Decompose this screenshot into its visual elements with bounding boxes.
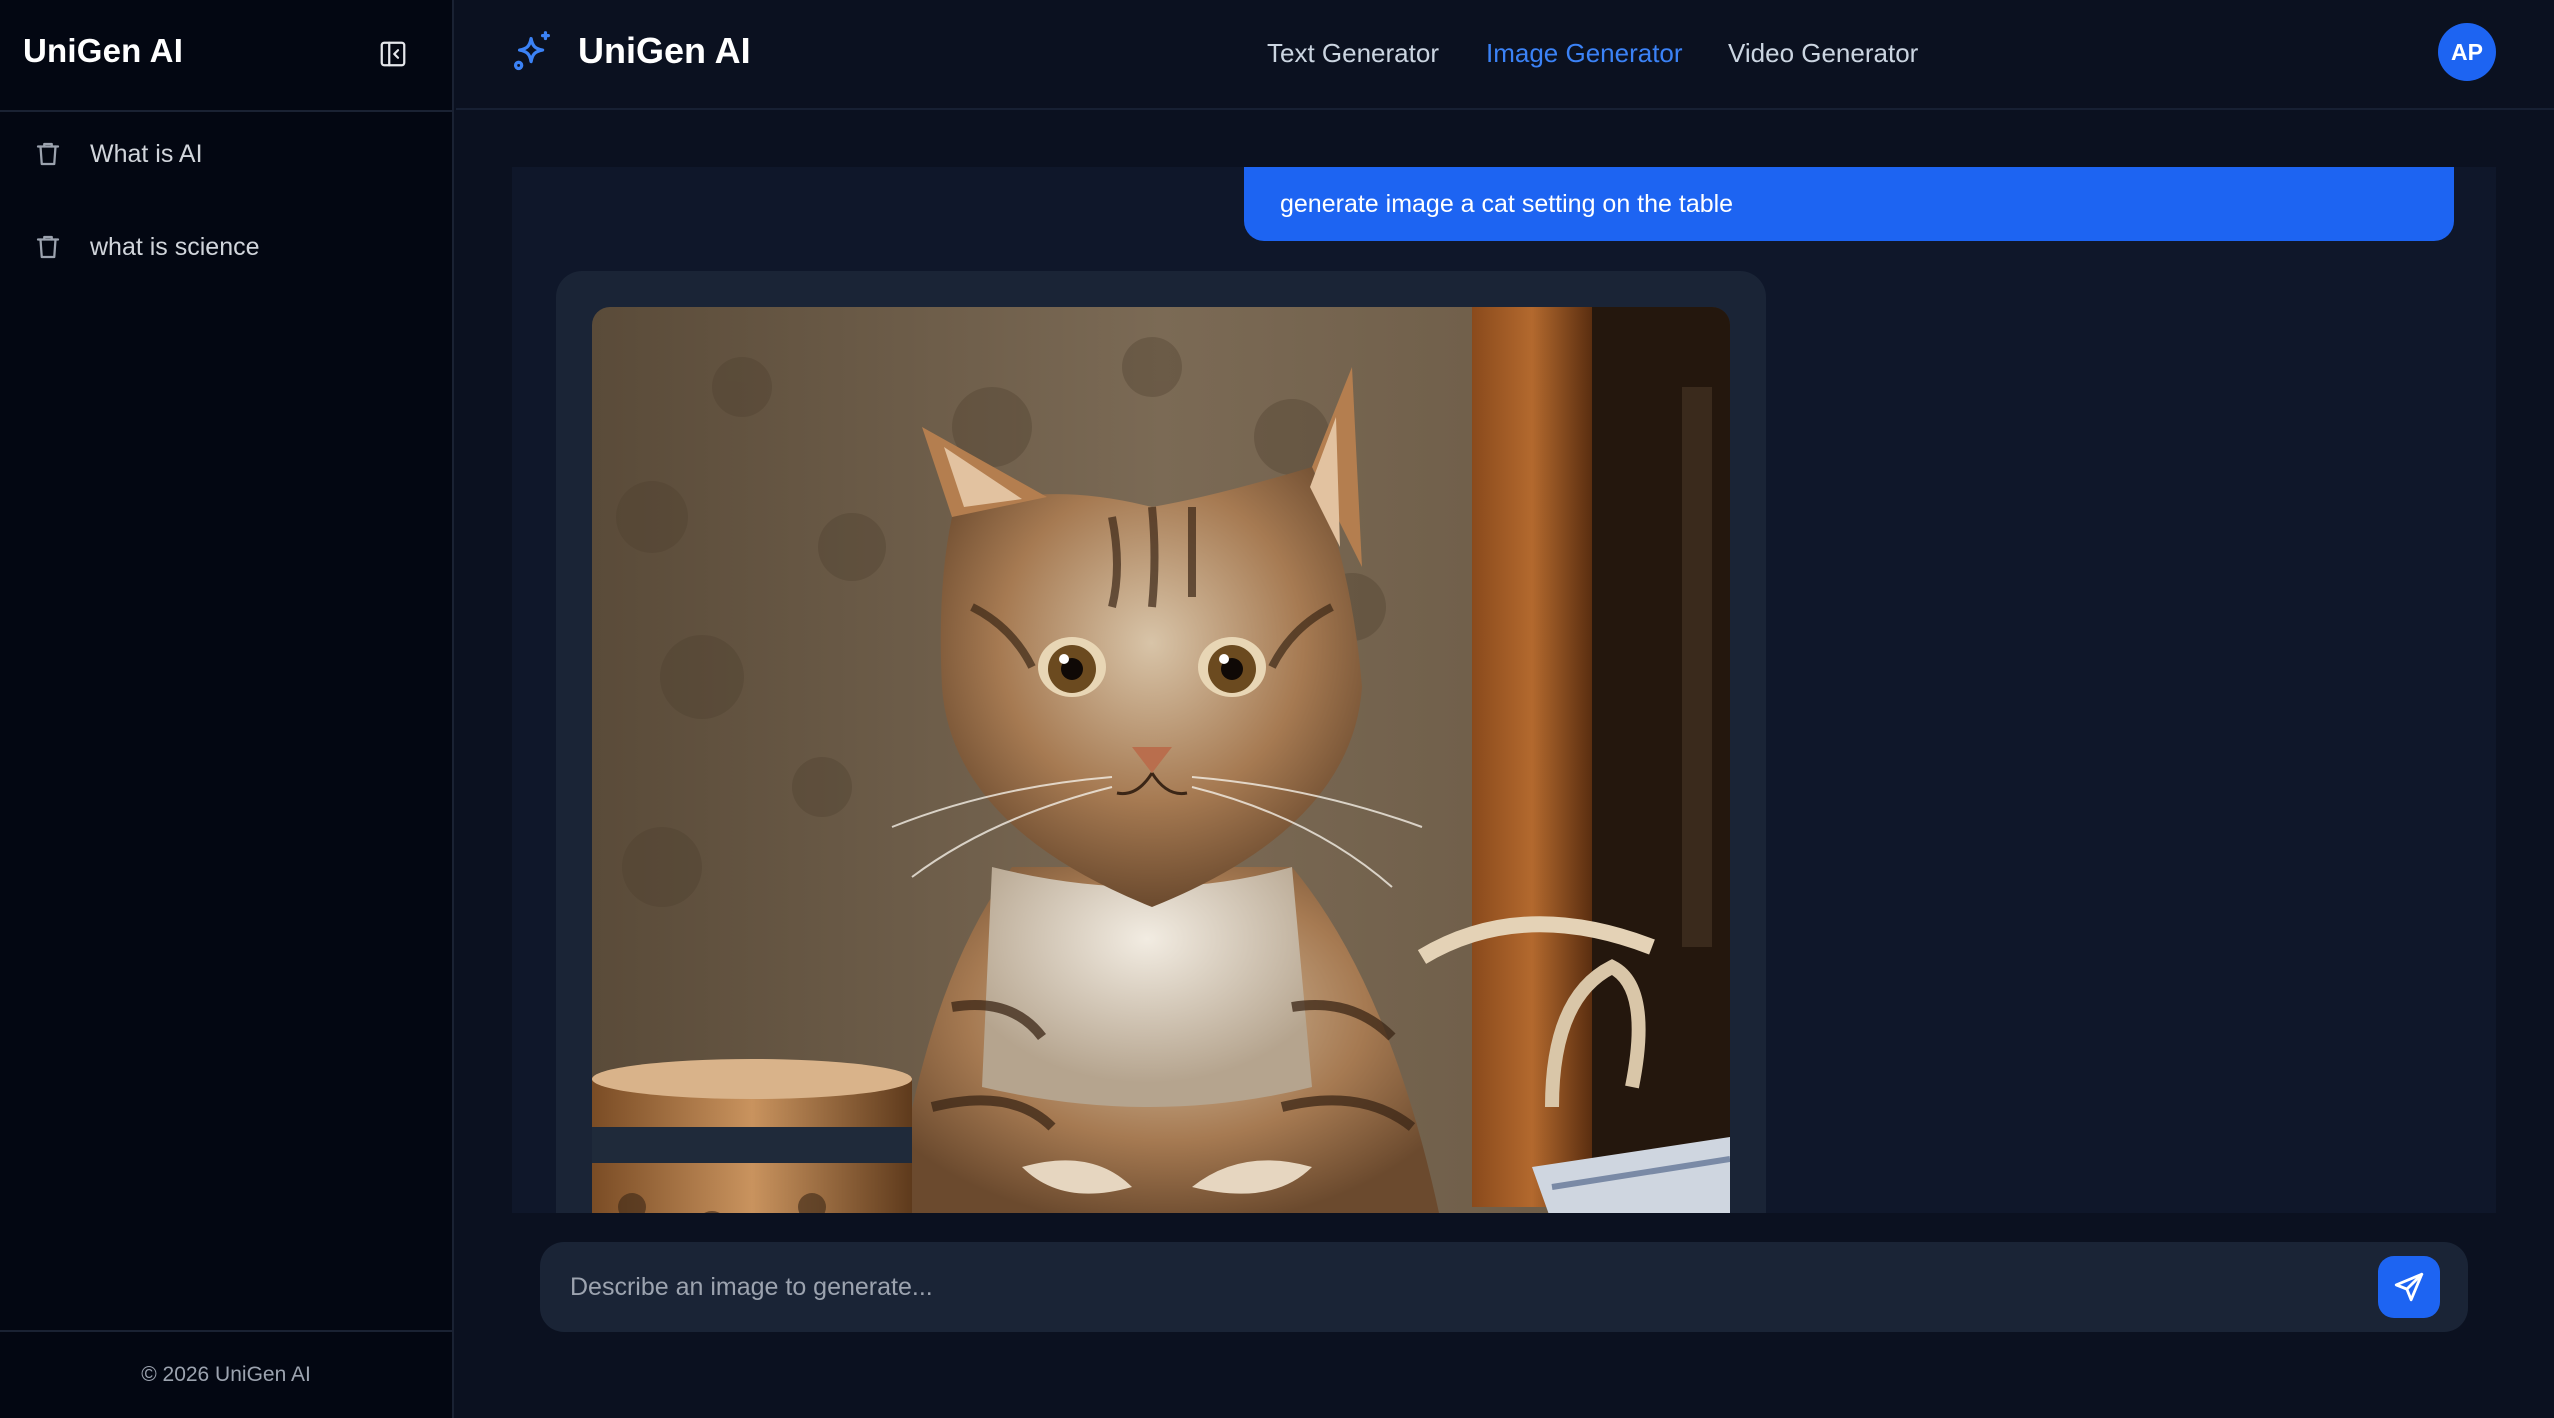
tab-image-generator[interactable]: Image Generator: [1486, 38, 1683, 69]
tab-video-generator[interactable]: Video Generator: [1728, 38, 1918, 69]
top-bar: UniGen AI Text Generator Image Generator…: [456, 0, 2554, 110]
sidebar-item-label: what is science: [90, 232, 260, 261]
brand-title: UniGen AI: [578, 30, 751, 71]
sidebar-item-label: What is AI: [90, 139, 203, 168]
sidebar-item-what-is-ai[interactable]: What is AI: [32, 124, 576, 323]
sidebar-item-what-is-science[interactable]: what is science: [32, 217, 576, 416]
sparkles-icon: [513, 31, 550, 71]
trash-icon[interactable]: [32, 231, 64, 263]
trash-icon[interactable]: [32, 138, 64, 170]
sidebar-header: UniGen AI: [0, 0, 452, 112]
user-message-bubble: generate image a cat setting on the tabl…: [1244, 167, 2454, 241]
send-button[interactable]: [2378, 1256, 2440, 1318]
app-root: UniGen AI What is AI what is science © 2…: [0, 0, 2554, 1418]
sidebar-collapse-button[interactable]: [376, 37, 410, 71]
sidebar: UniGen AI What is AI what is science © 2…: [0, 0, 576, 1418]
chat-area: generate image a cat setting on the tabl…: [512, 167, 2496, 1213]
tab-text-generator[interactable]: Text Generator: [1267, 38, 1439, 69]
sidebar-title: UniGen AI: [23, 32, 184, 69]
avatar[interactable]: AP: [2438, 23, 2496, 81]
paper-plane-send-icon: [2394, 1272, 2424, 1302]
ai-response-card: [556, 271, 1766, 1213]
prompt-input[interactable]: [570, 1242, 2350, 1332]
sidebar-footer: © 2026 UniGen AI: [0, 1330, 452, 1418]
prompt-composer: [540, 1242, 2468, 1332]
sidebar-collapse-icon: [380, 41, 406, 67]
generated-image[interactable]: [592, 307, 1730, 1213]
